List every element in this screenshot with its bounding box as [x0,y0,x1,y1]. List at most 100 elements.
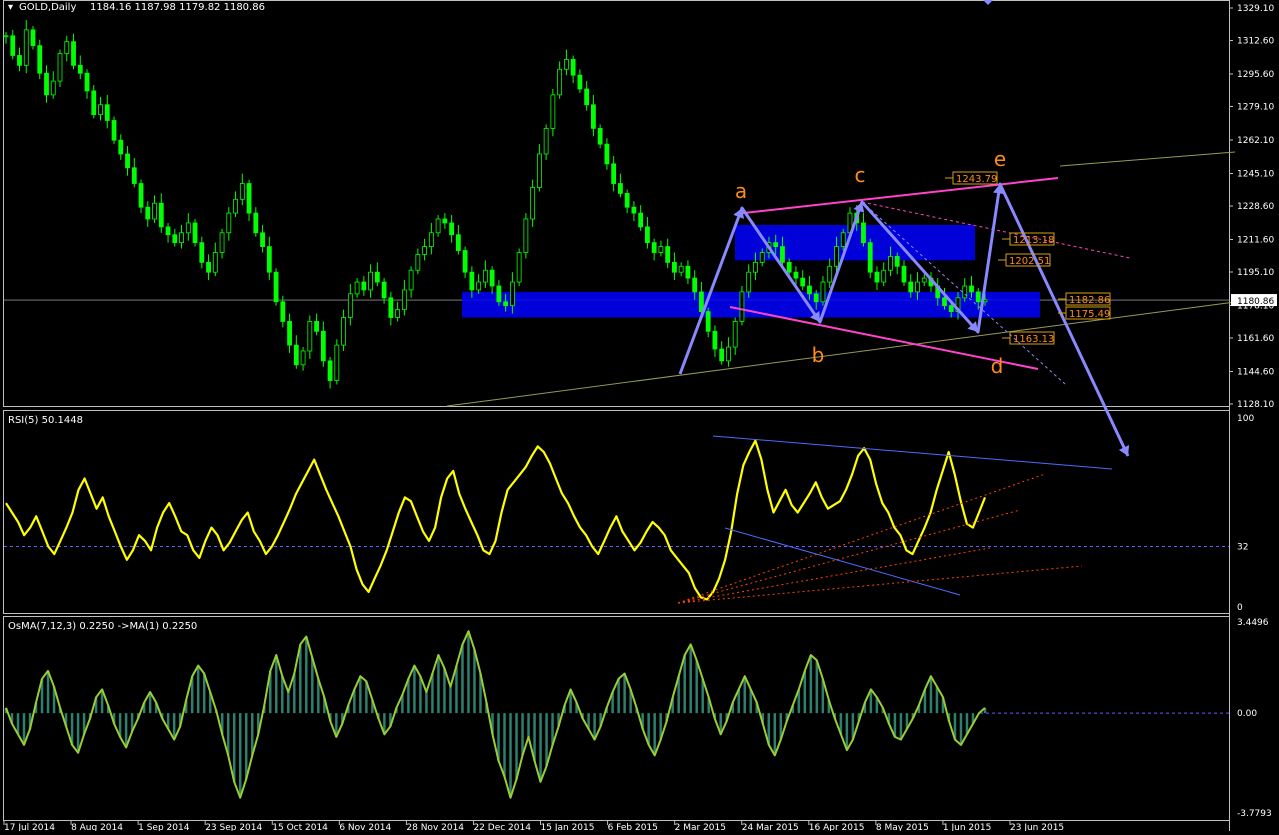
date-tick-label: 8 May 2015 [876,823,929,831]
price-tick-label: 1228.60 [1237,202,1274,212]
candle-body [658,246,664,253]
candle-body [435,218,441,234]
candle-body [577,74,583,90]
candle-body [300,350,306,366]
price-tick-label: 1329.10 [1237,4,1274,14]
candle-body [611,163,617,184]
wave-label-d: d [991,354,1004,378]
candle-body [307,321,313,352]
candle-body [206,261,211,273]
candle-body [867,242,873,273]
symbol-title: GOLD,Daily [19,2,76,13]
candle-body [584,88,590,106]
candle-body [651,242,657,253]
candle-body [334,344,340,381]
rsi-panel[interactable] [4,435,1229,604]
candle-body [17,55,22,66]
candle-body [442,218,448,224]
price-tick-label: 1295.60 [1237,70,1274,80]
candle-body [719,348,725,362]
candle-body [37,45,43,74]
price-panel-border [3,0,1230,407]
date-tick-label: 28 Nov 2014 [406,823,464,831]
elliott-wave-path [678,182,1130,457]
candle-body [591,104,596,129]
candle-body [64,41,70,54]
candle-body [570,59,576,76]
candle-body [874,271,880,283]
candle-body [192,222,198,244]
candle-body [773,242,779,247]
rsi-fan-line [677,565,1083,604]
candle-body [388,297,394,318]
candle-body [624,192,630,208]
candle-body [111,120,117,141]
candle-body [44,72,49,96]
candle-body [685,265,691,279]
candle-body [57,53,63,82]
price-tick-label: 1144.60 [1237,367,1274,377]
candle-body [489,269,495,287]
candle-body [739,291,745,322]
price-level-label: 1163.13 [1013,334,1054,345]
candle-body [469,271,475,291]
wave-label-c: c [855,163,866,187]
candle-body [678,265,684,273]
osma-title: OsMA(7,12,3) 0.2250 ->MA(1) 0.2250 [8,621,197,632]
candle-body [199,242,205,263]
candle-body [77,64,83,74]
chart-svg[interactable]: a b c d e 1243.79 1213.18 1202.51 1182.86 1175.49… [0,0,1279,833]
candle-body [496,285,502,303]
candle-body [185,222,191,234]
candle-body [266,246,272,273]
price-tick-label: 1161.60 [1237,334,1274,344]
chart-window[interactable]: a b c d e 1243.79 1213.18 1202.51 1182.86 1175.49… [0,0,1279,833]
candle-body [888,256,893,271]
price-level-label: 1175.49 [1069,309,1110,320]
price-level-label: 1243.79 [956,174,997,185]
candle-body [780,246,785,263]
candle-body [807,285,812,295]
candle-body [901,265,907,283]
price-level-label: 1182.86 [1069,295,1110,306]
candle-body [327,360,333,381]
osma-panel[interactable] [4,630,1229,799]
wave-label-b: b [812,343,825,367]
osma-panel-border [3,616,1230,821]
osma-tick-label: -3.7793 [1237,809,1272,819]
candle-body [233,198,238,214]
date-tick-label: 23 Sep 2014 [205,823,262,831]
candle-body [550,94,556,129]
candle-body [759,252,765,263]
collapse-triangle-icon[interactable]: ▾ [8,2,13,13]
candle-body [10,35,16,56]
price-tick-label: 1279.10 [1237,103,1274,113]
candle-body [91,90,97,115]
candle-body [125,153,130,169]
rsi-upper-trendline [712,435,1113,470]
candle-body [618,183,623,194]
candle-body [462,250,468,273]
candle-body [260,232,265,247]
candle-body [455,234,461,251]
date-tick-label: 2 Mar 2015 [675,823,726,831]
price-tick-label: 1312.60 [1237,37,1274,47]
candle-body [942,297,947,307]
candle-body [314,321,319,332]
candle-body [631,206,637,214]
candle-body [894,256,900,267]
candle-body [813,293,819,303]
rsi-tick-label: 100 [1237,414,1254,424]
candle-body [145,206,151,220]
candle-body [246,183,252,214]
osma-tick-label: 3.4496 [1237,618,1269,628]
candle-body [753,261,758,273]
date-tick-label: 6 Feb 2015 [608,823,658,831]
candle-body [732,321,738,348]
candle-body [840,232,846,247]
candle-body [408,269,414,291]
candle-body [692,277,698,293]
wave-label-a: a [735,179,747,203]
candle-body [881,269,887,283]
candle-body [104,104,110,121]
